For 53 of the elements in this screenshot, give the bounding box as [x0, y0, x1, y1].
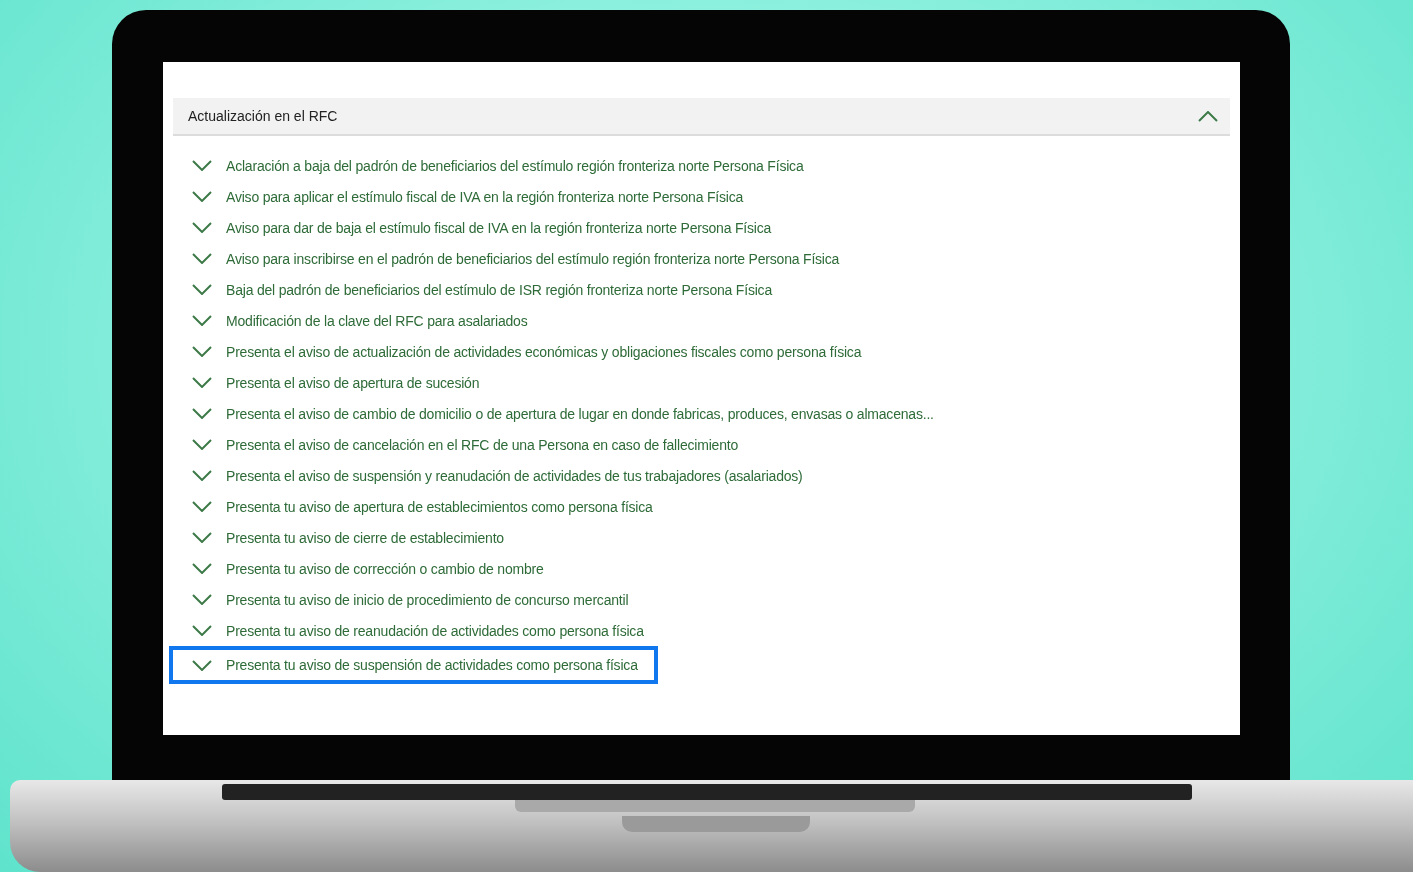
- list-item[interactable]: Presenta el aviso de cancelación en el RFC de una Persona en caso de fallecimiento: [169, 429, 759, 460]
- item-link[interactable]: Modificación de la clave del RFC para asalariados: [226, 312, 528, 329]
- caret-down-icon: [192, 377, 212, 388]
- list-item[interactable]: Presenta tu aviso de apertura de establecimientos como persona física: [169, 491, 673, 522]
- list-item[interactable]: Modificación de la clave del RFC para asalariados: [169, 305, 548, 336]
- list-item[interactable]: Presenta tu aviso de reanudación de actividades como persona física: [169, 615, 664, 646]
- item-link[interactable]: Presenta el aviso de suspensión y reanudación de actividades de tus trabajadores (asalariados): [226, 467, 803, 484]
- item-link[interactable]: Presenta tu aviso de suspensión de actividades como persona física: [226, 657, 638, 673]
- list-item[interactable]: Aclaración a baja del padrón de beneficiarios del estímulo región fronteriza norte Persona Física: [169, 150, 824, 181]
- caret-down-icon: [192, 284, 212, 295]
- item-link[interactable]: Aviso para aplicar el estímulo fiscal de IVA en la región fronteriza norte Persona Física: [226, 188, 744, 205]
- highlighted-list-item[interactable]: Presenta tu aviso de suspensión de actividades como persona física: [169, 646, 658, 684]
- caret-down-icon: [192, 594, 212, 605]
- list-item[interactable]: Aviso para dar de baja el estímulo fiscal de IVA en la región fronteriza norte Persona Física: [169, 212, 792, 243]
- caret-down-icon: [192, 532, 212, 543]
- list-item[interactable]: Presenta el aviso de apertura de sucesión: [169, 367, 500, 398]
- item-link[interactable]: Presenta el aviso de apertura de sucesión: [226, 374, 480, 391]
- caret-down-icon: [192, 346, 212, 357]
- list-item[interactable]: Baja del padrón de beneficiarios del estímulo de ISR región fronteriza norte Persona Física: [169, 274, 792, 305]
- caret-down-icon: [192, 222, 212, 233]
- caret-down-icon: [192, 408, 212, 419]
- caret-down-icon: [192, 439, 212, 450]
- item-link[interactable]: Presenta el aviso de cambio de domicilio o de apertura de lugar en donde fabricas, produces, envasas o almacenas...: [226, 405, 934, 422]
- item-link[interactable]: Aviso para dar de baja el estímulo fiscal de IVA en la región fronteriza norte Persona Física: [226, 219, 772, 236]
- accordion-header[interactable]: Actualización en el RFC: [173, 98, 1230, 136]
- section-title: Actualización en el RFC: [188, 108, 338, 124]
- item-link[interactable]: Presenta tu aviso de reanudación de actividades como persona física: [226, 622, 644, 639]
- caret-down-icon: [192, 501, 212, 512]
- caret-down-icon: [192, 315, 212, 326]
- caret-down-icon: [192, 470, 212, 481]
- item-link[interactable]: Presenta tu aviso de inicio de procedimiento de concurso mercantil: [226, 591, 629, 608]
- caret-down-icon: [192, 160, 212, 171]
- caret-down-icon: [192, 191, 212, 202]
- list-item[interactable]: Presenta el aviso de actualización de actividades económicas y obligaciones fiscales como persona física: [169, 336, 882, 367]
- caret-down-icon: [192, 563, 212, 574]
- list-item[interactable]: Presenta tu aviso de cierre de establecimiento: [169, 522, 524, 553]
- caret-down-icon: [192, 253, 212, 264]
- item-link[interactable]: Aviso para inscribirse en el padrón de beneficiarios del estímulo región fronteriza norte Persona Física: [226, 250, 840, 267]
- item-link[interactable]: Presenta el aviso de cancelación en el RFC de una Persona en caso de fallecimiento: [226, 436, 739, 453]
- item-link[interactable]: Presenta tu aviso de apertura de establecimientos como persona física: [226, 498, 653, 515]
- item-link[interactable]: Presenta tu aviso de corrección o cambio de nombre: [226, 560, 544, 577]
- list-item[interactable]: Presenta tu aviso de inicio de procedimiento de concurso mercantil: [169, 584, 649, 615]
- caret-down-icon: [192, 659, 212, 671]
- list-item[interactable]: Presenta el aviso de cambio de domicilio o de apertura de lugar en donde fabricas, produces, envasas o almacenas...: [169, 398, 954, 429]
- item-link[interactable]: Presenta el aviso de actualización de actividades económicas y obligaciones fiscales como persona física: [226, 343, 862, 360]
- list-item[interactable]: Aviso para inscribirse en el padrón de beneficiarios del estímulo región fronteriza norte Persona Física: [169, 243, 860, 274]
- item-link[interactable]: Baja del padrón de beneficiarios del estímulo de ISR región fronteriza norte Persona Física: [226, 281, 772, 298]
- list-item[interactable]: Presenta el aviso de suspensión y reanudación de actividades de tus trabajadores (asalariados): [169, 460, 823, 491]
- item-link[interactable]: Aclaración a baja del padrón de beneficiarios del estímulo región fronteriza norte Persona Física: [226, 157, 804, 174]
- list-item[interactable]: Aviso para aplicar el estímulo fiscal de IVA en la región fronteriza norte Persona Física: [169, 181, 764, 212]
- item-link[interactable]: Presenta tu aviso de cierre de establecimiento: [226, 529, 504, 546]
- list-item[interactable]: Presenta tu aviso de corrección o cambio de nombre: [169, 553, 564, 584]
- caret-down-icon: [192, 625, 212, 636]
